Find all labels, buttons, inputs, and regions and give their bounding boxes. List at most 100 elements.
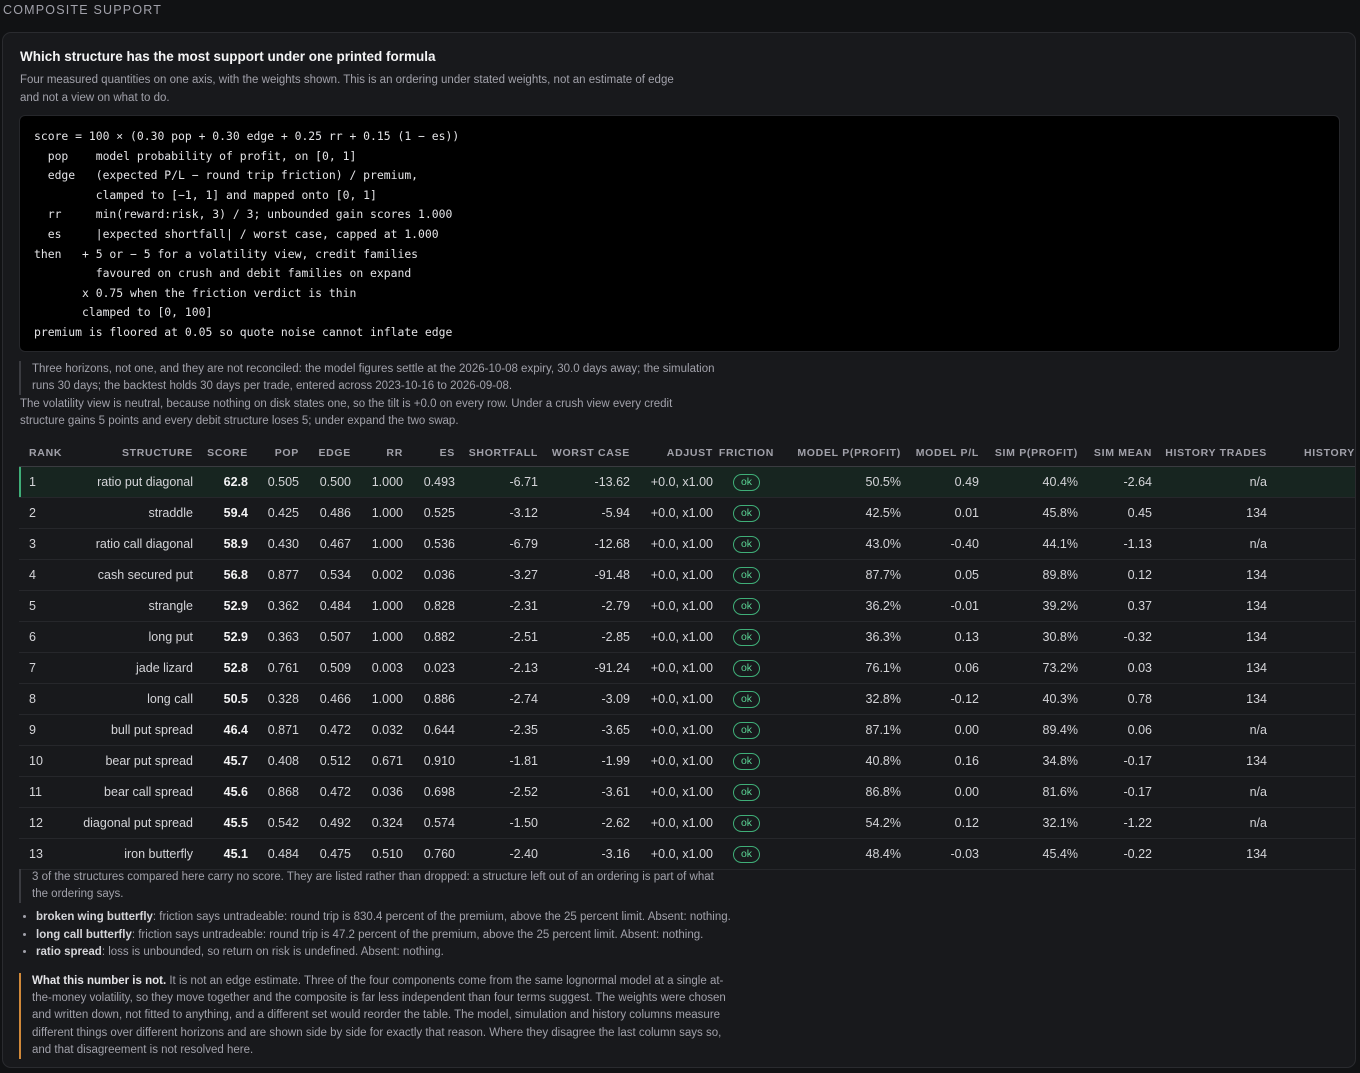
- cell-hist-trades: 134: [1152, 559, 1267, 591]
- cell-rr: 0.671: [351, 745, 403, 777]
- cell-worst: -5.94: [538, 497, 630, 529]
- cell-model-pp: 54.2%: [780, 807, 901, 839]
- caveat-body: It is not an edge estimate. Three of the…: [32, 975, 726, 1056]
- volatility-note: The volatility view is neutral, because …: [20, 398, 673, 427]
- list-item: long call butterfly: friction says untra…: [36, 927, 836, 945]
- unscored-structure-name: long call butterfly: [36, 928, 132, 941]
- column-header-score[interactable]: SCORE: [193, 440, 248, 467]
- column-header-hist-trades[interactable]: HISTORY TRADES: [1152, 440, 1267, 467]
- cell-sim-mean: 0.45: [1078, 497, 1152, 529]
- cell-model-pl: 0.00: [901, 714, 979, 746]
- cell-edge: 0.500: [299, 466, 351, 498]
- column-header-worst[interactable]: WORST CASE: [538, 440, 630, 467]
- cell-model-pp: 87.1%: [780, 714, 901, 746]
- cell-rank: 7: [19, 652, 63, 684]
- cell-hist-trades: n/a: [1152, 714, 1267, 746]
- cell-adjust: +0.0, x1.00: [630, 652, 713, 684]
- cell-rank: 6: [19, 621, 63, 653]
- table-row: 5 strangle 52.9 0.362 0.484 1.000 0.828 -2.31 -2…: [19, 590, 1355, 622]
- column-header-shortfall[interactable]: SHORTFALL: [455, 440, 538, 467]
- cell-shortfall: -2.13: [455, 652, 538, 684]
- cell-edge: 0.512: [299, 745, 351, 777]
- column-header-sim-mean[interactable]: SIM MEAN: [1078, 440, 1152, 467]
- cell-hist-w: [1267, 497, 1355, 529]
- cell-score: 62.8: [193, 466, 248, 498]
- cell-adjust: +0.0, x1.00: [630, 776, 713, 808]
- column-header-friction[interactable]: FRICTION: [713, 440, 780, 467]
- cell-structure: jade lizard: [63, 652, 193, 684]
- cell-model-pp: 36.3%: [780, 621, 901, 653]
- cell-edge: 0.475: [299, 838, 351, 870]
- cell-friction: ok: [713, 621, 780, 653]
- table-body: 1 ratio put diagonal 62.8 0.505 0.500 1.000 0.…: [19, 466, 1355, 870]
- cell-score: 46.4: [193, 714, 248, 746]
- cell-rr: 1.000: [351, 528, 403, 560]
- cell-pop: 0.877: [248, 559, 299, 591]
- cell-rank: 13: [19, 838, 63, 870]
- column-header-edge[interactable]: EDGE: [299, 440, 351, 467]
- friction-badge: ok: [732, 597, 761, 615]
- cell-structure: bear call spread: [63, 776, 193, 808]
- cell-score: 45.1: [193, 838, 248, 870]
- column-header-sim-pp[interactable]: SIM P(PROFIT): [979, 440, 1078, 467]
- cell-hist-w: [1267, 807, 1355, 839]
- cell-hist-w: [1267, 652, 1355, 684]
- cell-sim-pp: 45.4%: [979, 838, 1078, 870]
- cell-hist-w: [1267, 590, 1355, 622]
- cell-es: 0.536: [403, 528, 455, 560]
- cell-sim-pp: 32.1%: [979, 807, 1078, 839]
- cell-sim-pp: 81.6%: [979, 776, 1078, 808]
- cell-worst: -12.68: [538, 528, 630, 560]
- column-header-structure[interactable]: STRUCTURE: [63, 440, 193, 467]
- cell-pop: 0.363: [248, 621, 299, 653]
- list-item: ratio spread: loss is unbounded, so retu…: [36, 944, 836, 962]
- cell-rr: 0.324: [351, 807, 403, 839]
- cell-hist-trades: n/a: [1152, 776, 1267, 808]
- cell-worst: -2.85: [538, 621, 630, 653]
- cell-hist-trades: 134: [1152, 745, 1267, 777]
- column-header-adjust[interactable]: ADJUST: [630, 440, 713, 467]
- friction-badge: ok: [732, 690, 761, 708]
- cell-es: 0.574: [403, 807, 455, 839]
- cell-hist-trades: n/a: [1152, 466, 1267, 498]
- cell-hist-trades: n/a: [1152, 807, 1267, 839]
- cell-rr: 0.510: [351, 838, 403, 870]
- cell-shortfall: -2.40: [455, 838, 538, 870]
- composite-support-card: Which structure has the most support und…: [2, 32, 1356, 1068]
- cell-pop: 0.408: [248, 745, 299, 777]
- cell-score: 58.9: [193, 528, 248, 560]
- cell-sim-pp: 89.4%: [979, 714, 1078, 746]
- column-header-es[interactable]: ES: [403, 440, 455, 467]
- column-header-model-pl[interactable]: MODEL P/L: [901, 440, 979, 467]
- cell-sim-pp: 40.4%: [979, 466, 1078, 498]
- cell-model-pl: -0.03: [901, 838, 979, 870]
- column-header-rank[interactable]: RANK: [19, 440, 63, 467]
- cell-sim-pp: 30.8%: [979, 621, 1078, 653]
- cell-rr: 1.000: [351, 683, 403, 715]
- friction-badge: ok: [732, 628, 761, 646]
- friction-badge: ok: [732, 566, 761, 584]
- cell-pop: 0.868: [248, 776, 299, 808]
- cell-sim-mean: 0.06: [1078, 714, 1152, 746]
- column-header-hist-w[interactable]: HISTORY W: [1267, 440, 1355, 467]
- formula-text: score = 100 × (0.30 pop + 0.30 edge + 0.…: [34, 129, 460, 339]
- column-header-pop[interactable]: POP: [248, 440, 299, 467]
- cell-hist-w: [1267, 683, 1355, 715]
- unscored-reason: : loss is unbounded, so return on risk i…: [101, 946, 444, 958]
- cell-edge: 0.509: [299, 652, 351, 684]
- cell-model-pp: 40.8%: [780, 745, 901, 777]
- cell-rr: 1.000: [351, 590, 403, 622]
- cell-hist-w: [1267, 714, 1355, 746]
- cell-pop: 0.542: [248, 807, 299, 839]
- column-header-rr[interactable]: RR: [351, 440, 403, 467]
- cell-rank: 1: [19, 466, 63, 498]
- cell-es: 0.698: [403, 776, 455, 808]
- cell-structure: iron butterfly: [63, 838, 193, 870]
- cell-adjust: +0.0, x1.00: [630, 683, 713, 715]
- cell-rank: 3: [19, 528, 63, 560]
- cell-model-pp: 43.0%: [780, 528, 901, 560]
- cell-adjust: +0.0, x1.00: [630, 621, 713, 653]
- column-header-model-pp[interactable]: MODEL P(PROFIT): [780, 440, 901, 467]
- cell-score: 59.4: [193, 497, 248, 529]
- cell-model-pl: -0.12: [901, 683, 979, 715]
